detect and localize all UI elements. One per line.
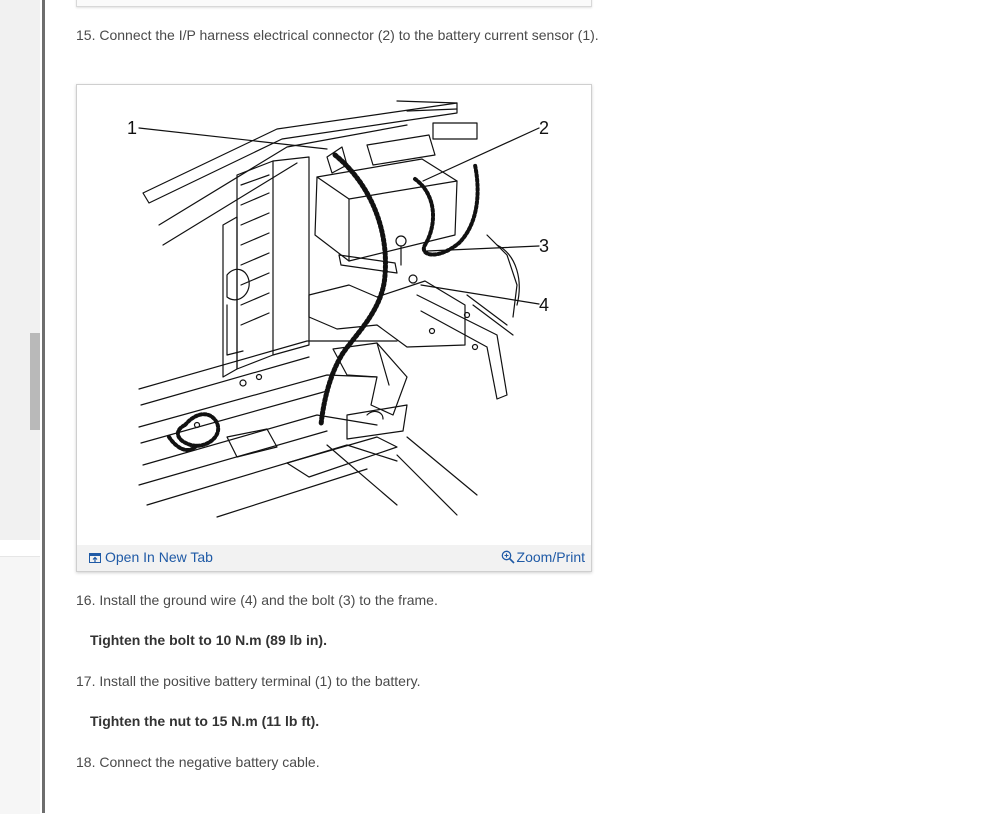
figure-toolbar: Open In New Tab Zoom/Print (77, 545, 591, 571)
zoom-print-link[interactable]: Zoom/Print (501, 549, 585, 565)
open-in-new-tab-label: Open In New Tab (105, 549, 213, 565)
figure: 1 2 3 4 Open In New Tab Zoom/Print (76, 84, 592, 572)
step-16-torque-note: Tighten the bolt to 10 N.m (89 lb in). (90, 632, 327, 648)
step-17-torque-note: Tighten the nut to 15 N.m (11 lb ft). (90, 713, 320, 729)
document-content: 15. Connect the I/P harness electrical c… (45, 0, 991, 813)
previous-figure-box (76, 0, 592, 7)
open-new-tab-icon (89, 553, 101, 563)
left-panel-gap (0, 540, 40, 556)
zoom-print-label: Zoom/Print (516, 549, 585, 565)
callout-3: 3 (539, 236, 549, 256)
left-panel-upper (0, 0, 40, 540)
step-16: 16. Install the ground wire (4) and the … (76, 592, 438, 608)
scrollbar-thumb[interactable] (30, 333, 40, 430)
left-panel (0, 0, 40, 814)
callout-1: 1 (127, 118, 137, 138)
step-15: 15. Connect the I/P harness electrical c… (76, 27, 599, 43)
step-18: 18. Connect the negative battery cable. (76, 754, 320, 770)
step-17: 17. Install the positive battery termina… (76, 673, 421, 689)
callout-2: 2 (539, 118, 549, 138)
open-in-new-tab-link[interactable]: Open In New Tab (89, 549, 213, 565)
callout-4: 4 (539, 295, 549, 315)
zoom-in-icon (501, 550, 515, 564)
battery-harness-illustration: 1 2 3 4 (127, 100, 549, 518)
left-panel-lower (0, 556, 40, 814)
